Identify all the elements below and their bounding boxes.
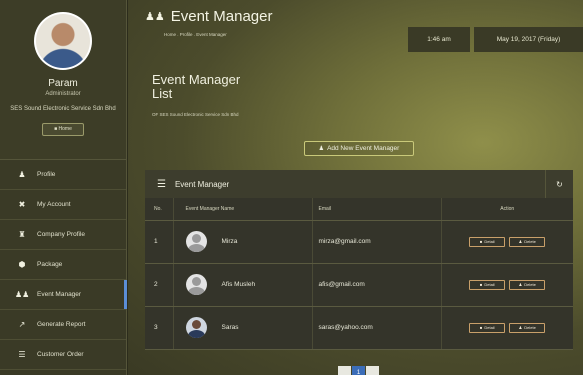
table-row: 2 Afis Musleh afis@gmail.com ■ Detail ♟ Delete [145,263,573,307]
top-header: ♟♟ Event Manager Home . Profile . Event … [128,0,583,58]
panel-header: ☰ Event Manager ↻ [145,170,573,198]
trash-icon: ♟ [518,281,523,287]
detail-label: Detail [484,238,495,244]
home-button[interactable]: ■ Home [42,123,84,136]
list-company: OF SES Sound Electronic Service Sdn Bhd [152,112,239,117]
row-actions: ■ Detail ♟ Delete [441,306,573,350]
row-actions: ■ Detail ♟ Delete [441,220,573,264]
list-icon: ☰ [157,178,166,190]
row-actions: ■ Detail ♟ Delete [441,263,573,307]
breadcrumb: Home . Profile . Event Manager [164,32,227,37]
main-content: ♟♟ Event Manager Home . Profile . Event … [128,0,583,375]
row-email: afis@gmail.com [312,263,442,307]
sidebar-item-label: Customer Order [37,351,84,358]
trash-icon: ♟ [518,324,523,330]
date-display: May 19, 2017 (Friday) [474,27,583,52]
row-name: Saras [221,324,239,331]
row-avatar [185,231,207,252]
sidebar-item-event-manager[interactable]: ♟♟ Event Manager [0,280,127,310]
page-button[interactable] [338,366,351,375]
pagination: 1 [338,366,380,375]
package-icon: ⬢ [18,260,26,269]
row-email: saras@yahoo.com [312,306,442,350]
page-button[interactable]: 1 [352,366,365,375]
column-header-action: Action [441,198,573,221]
row-name: Mirza [221,238,238,245]
row-name-cell: Afis Musleh [173,263,313,307]
delete-button[interactable]: ♟ Delete [509,279,546,290]
detail-button[interactable]: ■ Detail [469,322,506,333]
row-name: Afis Musleh [221,281,256,288]
list-title: Event Manager List [152,72,241,101]
row-number: 1 [145,220,174,264]
add-button-label: Add New Event Manager [327,145,400,152]
sidebar-item-label: Event Manager [37,291,82,298]
row-avatar [185,317,207,338]
profile-name: Param [48,78,78,89]
add-event-manager-button[interactable]: ♟ Add New Event Manager [304,141,414,156]
tools-icon: ✖ [18,200,26,209]
detail-label: Detail [484,281,495,287]
user-icon: ♟ [18,170,26,179]
time-display: 1:46 am [408,27,470,52]
column-header-name: Event Manager Name [173,198,313,221]
home-button-label: Home [58,126,72,132]
add-users-icon: ♟ [318,146,325,152]
profile-photo [36,14,90,68]
delete-label: Delete [524,281,536,287]
table-row: 3 Saras saras@yahoo.com ■ Detail ♟ Delete [145,306,573,350]
trash-icon: ♟ [518,238,523,244]
users-icon: ♟♟ [15,290,30,299]
sidebar-item-my-account[interactable]: ✖ My Account [0,190,126,220]
profile-company: SES Sound Electronic Service Sdn Bhd [10,106,116,112]
sidebar-item-label: Package [37,261,63,268]
event-manager-panel: ☰ Event Manager ↻ No. Event Manager Name… [145,170,573,350]
row-avatar [185,274,207,295]
sidebar-item-label: Generate Report [37,321,86,328]
delete-label: Delete [524,238,536,244]
sidebar-item-customer-order[interactable]: ☰ Customer Order [0,340,126,370]
profile-role: Administrator [45,91,81,97]
column-header-no: No. [145,198,174,221]
sidebar-item-label: Profile [37,171,56,178]
sidebar: Param Administrator SES Sound Electronic… [0,0,127,375]
profile-card: Param Administrator SES Sound Electronic… [0,0,126,160]
refresh-icon: ↻ [556,179,563,189]
delete-label: Delete [524,324,536,330]
row-name-cell: Saras [173,306,313,350]
profile-avatar [34,12,92,70]
page-button[interactable] [366,366,379,375]
sidebar-nav: ♟ Profile ✖ My Account ♜ Company Profile ⬢ Pack… [0,160,127,370]
event-manager-table: No. Event Manager Name Email Action 1 Mir… [145,198,573,350]
refresh-button[interactable]: ↻ [545,170,573,198]
detail-button[interactable]: ■ Detail [469,236,506,247]
sidebar-item-company-profile[interactable]: ♜ Company Profile [0,220,126,250]
delete-button[interactable]: ♟ Delete [509,322,546,333]
sidebar-item-package[interactable]: ⬢ Package [0,250,126,280]
row-number: 2 [145,263,174,307]
delete-button[interactable]: ♟ Delete [509,236,546,247]
document-icon: ■ [479,324,483,330]
users-icon: ♟♟ [145,11,165,23]
row-email: mirza@gmail.com [312,220,442,264]
chart-icon: ↗ [18,320,26,329]
row-number: 3 [145,306,174,350]
document-icon: ■ [479,238,483,244]
building-icon: ♜ [18,230,26,239]
list-icon: ☰ [18,350,26,359]
page-title-text: Event Manager [170,8,273,25]
sidebar-item-label: My Account [37,201,71,208]
sidebar-item-generate-report[interactable]: ↗ Generate Report [0,310,126,340]
table-header-row: No. Event Manager Name Email Action [145,198,573,221]
table-row: 1 Mirza mirza@gmail.com ■ Detail ♟ Delete [145,220,573,264]
column-header-email: Email [312,198,442,221]
sidebar-item-profile[interactable]: ♟ Profile [0,160,126,190]
page-title: ♟♟ Event Manager [145,8,272,25]
detail-label: Detail [484,324,495,330]
panel-title: Event Manager [174,179,230,189]
row-name-cell: Mirza [173,220,313,264]
document-icon: ■ [479,281,483,287]
sidebar-item-label: Company Profile [37,231,86,238]
detail-button[interactable]: ■ Detail [469,279,506,290]
